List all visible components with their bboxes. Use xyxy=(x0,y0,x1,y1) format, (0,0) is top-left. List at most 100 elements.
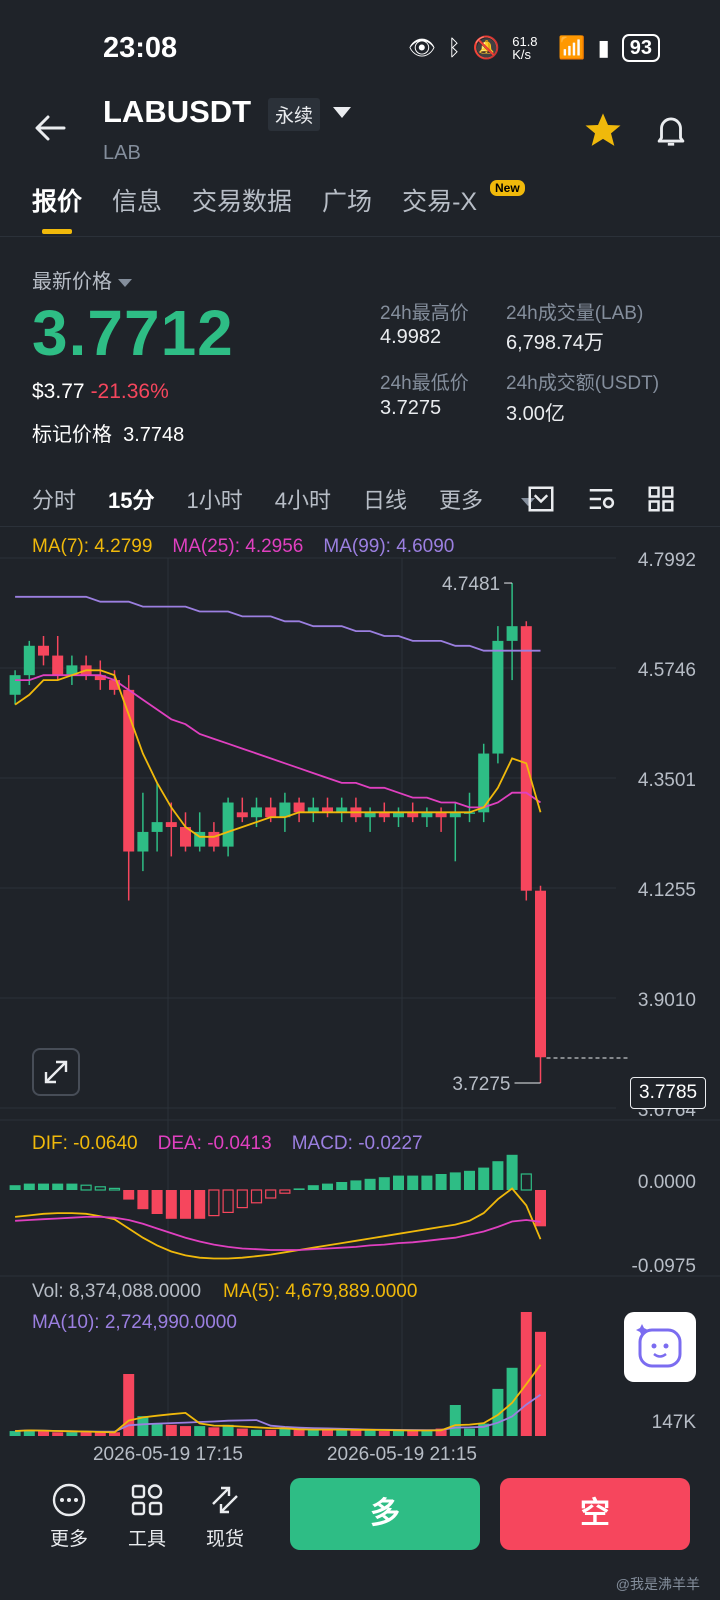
candle-body xyxy=(23,645,35,676)
macd-bar xyxy=(80,1184,92,1191)
macd-bar xyxy=(165,1190,177,1219)
macd-bar xyxy=(52,1183,64,1190)
candle-body xyxy=(293,802,305,813)
volume-bar xyxy=(194,1426,206,1436)
macd-label: MACD: -0.0227 xyxy=(291,1133,423,1154)
candle-body xyxy=(208,831,220,847)
volume-bar xyxy=(336,1429,348,1436)
macd-bar xyxy=(520,1173,532,1191)
macd-bar xyxy=(350,1180,362,1190)
tools-label: 工具 xyxy=(127,1529,166,1550)
volume-bar xyxy=(520,1312,532,1436)
volume-bar xyxy=(66,1432,78,1436)
candle-body xyxy=(492,640,504,754)
price-axis-label: 4.7992 xyxy=(638,550,696,571)
macd-axis-label: -0.0975 xyxy=(632,1256,696,1277)
volume-bar xyxy=(378,1431,390,1436)
time-axis-label: 2026-05-19 21:15 xyxy=(327,1444,477,1465)
macd-bar xyxy=(336,1182,348,1190)
macd-bar xyxy=(94,1186,106,1191)
macd-bar xyxy=(506,1154,518,1190)
volume-bar xyxy=(236,1428,248,1436)
spot-button[interactable]: 现货 xyxy=(190,1482,260,1551)
long-button[interactable]: 多 xyxy=(290,1478,480,1550)
candle-body xyxy=(151,822,163,832)
volume-bar xyxy=(251,1429,262,1436)
price-axis-label: 4.1255 xyxy=(638,880,696,901)
watermark-text: @我是沸羊羊 xyxy=(615,1576,700,1592)
macd-bar xyxy=(435,1174,447,1190)
volume-bar xyxy=(464,1428,475,1436)
ma7-line xyxy=(14,669,542,838)
volume-bar xyxy=(407,1431,419,1436)
more-label: 更多 xyxy=(49,1529,88,1550)
macd-bar xyxy=(449,1172,461,1190)
low-marker-label: 3.7275 xyxy=(452,1074,510,1095)
macd-bar xyxy=(180,1190,191,1219)
ma7-label: MA(7): 4.2799 xyxy=(32,536,153,557)
kline-chart[interactable]: 4.79924.57464.35014.12553.90103.67644.74… xyxy=(0,0,720,1468)
spot-label: 现货 xyxy=(205,1529,244,1550)
candle-body xyxy=(506,626,518,641)
vol-ma10-label: MA(10): 2,724,990.0000 xyxy=(32,1312,237,1333)
price-axis-label: 3.9010 xyxy=(638,990,696,1011)
volume-bar xyxy=(52,1432,64,1436)
volume-bar xyxy=(38,1431,49,1436)
dea-line xyxy=(15,1216,541,1251)
more-button[interactable]: 更多 xyxy=(34,1482,104,1551)
macd-bar xyxy=(236,1189,248,1209)
ai-assistant-button[interactable] xyxy=(624,1312,696,1382)
ma99-label: MA(99): 4.6090 xyxy=(323,536,455,557)
dif-line xyxy=(15,1187,542,1260)
time-axis-label: 2026-05-19 17:15 xyxy=(93,1444,243,1465)
macd-bar xyxy=(307,1185,319,1190)
candle-body xyxy=(165,822,177,828)
current-price-tag: 3.7785 xyxy=(630,1077,707,1109)
volume-bar xyxy=(535,1331,546,1436)
volume-bar xyxy=(307,1429,319,1436)
macd-bar xyxy=(66,1183,78,1190)
price-axis-label: 4.3501 xyxy=(638,770,696,791)
volume-bar xyxy=(293,1429,305,1436)
volume-bar xyxy=(279,1428,291,1436)
candle-body xyxy=(236,812,248,818)
candle-body xyxy=(520,626,532,891)
vol-ma5-line xyxy=(15,1364,542,1434)
fullscreen-expand-icon[interactable] xyxy=(32,1048,80,1096)
macd-bar xyxy=(250,1189,263,1204)
candle-body xyxy=(52,655,64,676)
volume-bar xyxy=(350,1429,362,1436)
candle-body xyxy=(38,645,49,656)
macd-bar xyxy=(407,1175,419,1190)
ma-legend: MA(7): 4.2799 MA(25): 4.2956 MA(99): 4.6… xyxy=(32,536,454,558)
macd-legend: DIF: -0.0640 DEA: -0.0413 MACD: -0.0227 xyxy=(32,1133,423,1155)
more-dots-icon xyxy=(52,1483,86,1517)
candle-body xyxy=(265,807,277,818)
short-button[interactable]: 空 xyxy=(500,1478,690,1550)
macd-bar xyxy=(208,1189,220,1217)
dif-label: DIF: -0.0640 xyxy=(32,1133,138,1154)
candle-body xyxy=(251,807,262,818)
candle-body xyxy=(9,675,21,695)
volume-bar xyxy=(449,1405,461,1436)
candle-body xyxy=(535,890,546,1058)
tools-grid-icon xyxy=(131,1484,163,1516)
volume-bar xyxy=(265,1429,277,1436)
macd-bar xyxy=(364,1178,376,1190)
macd-bar xyxy=(137,1190,149,1210)
macd-bar xyxy=(322,1183,333,1190)
macd-bar xyxy=(478,1167,490,1190)
volume-bar xyxy=(322,1429,333,1436)
macd-bar xyxy=(38,1183,49,1190)
volume-bar xyxy=(80,1432,92,1436)
swap-arrows-icon xyxy=(212,1486,238,1514)
macd-axis-label: 0.0000 xyxy=(638,1172,696,1193)
ma25-line xyxy=(15,674,542,809)
candle-body xyxy=(137,831,149,852)
price-axis-label: 4.5746 xyxy=(638,660,696,681)
tools-button[interactable]: 工具 xyxy=(112,1482,182,1551)
macd-bar xyxy=(464,1170,475,1190)
macd-bar xyxy=(492,1161,504,1190)
macd-bar xyxy=(151,1190,163,1214)
macd-bar xyxy=(378,1177,390,1190)
